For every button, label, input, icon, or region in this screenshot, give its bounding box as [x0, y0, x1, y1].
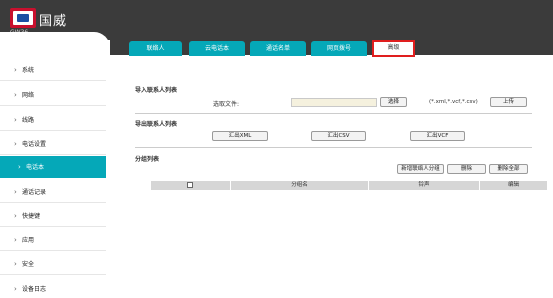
select-all-checkbox[interactable]	[187, 182, 193, 188]
sidebar-item-apps[interactable]: › 应用	[0, 229, 106, 251]
sidebar-item-label: 系统	[22, 67, 35, 74]
sidebar-item-label: 电话本	[26, 164, 45, 171]
import-section-title: 导入联系人列表	[135, 87, 178, 94]
sidebar-item-call-log[interactable]: › 通话记录	[0, 181, 106, 203]
tab-web-dial[interactable]: 网页拨号	[311, 41, 367, 56]
chevron-right-icon: ›	[18, 163, 21, 171]
select-file-label: 选取文件:	[213, 101, 240, 108]
export-vcf-button[interactable]: 汇出VCF	[410, 131, 465, 141]
browse-button[interactable]: 选择	[380, 97, 407, 107]
sidebar-item-label: 设备日志	[22, 286, 47, 293]
delete-button[interactable]: 删除	[447, 164, 486, 174]
logo	[10, 8, 36, 28]
delete-all-button[interactable]: 删除全部	[489, 164, 528, 174]
export-xml-button[interactable]: 汇出XML	[212, 131, 268, 141]
sidebar: › 系统 › 网络 › 线路 › 电话设置 › 电话本 › 通话记录 › 快捷键 › 应用 › 安…	[0, 32, 110, 298]
sidebar-item-label: 线路	[22, 117, 35, 124]
tab-advanced[interactable]: 高级	[372, 40, 415, 57]
chevron-right-icon: ›	[14, 285, 17, 293]
group-section-title: 分组列表	[135, 156, 160, 163]
divider	[135, 147, 532, 148]
export-section-title: 导出联系人列表	[135, 121, 178, 128]
column-header-edit: 编辑	[507, 182, 519, 188]
chevron-right-icon: ›	[14, 260, 17, 268]
logo-icon	[10, 8, 36, 28]
tab-call-list[interactable]: 通话名单	[250, 41, 306, 56]
column-header-ringtone: 铃声	[418, 182, 430, 188]
sidebar-item-label: 电话设置	[22, 141, 47, 148]
upload-button[interactable]: 上传	[490, 97, 527, 107]
sidebar-item-label: 安全	[22, 261, 35, 268]
sidebar-item-label: 通话记录	[22, 189, 47, 196]
sidebar-item-network[interactable]: › 网络	[0, 84, 106, 106]
sidebar-item-phonebook[interactable]: › 电话本	[0, 156, 106, 178]
file-types-hint: (*.xml,*.vcf,*.csv)	[429, 99, 478, 105]
file-path-field[interactable]	[291, 98, 377, 107]
tab-contacts[interactable]: 联络人	[129, 41, 182, 56]
tab-cloud-phonebook[interactable]: 云电话本	[189, 41, 245, 56]
sidebar-item-device-log[interactable]: › 设备日志	[0, 278, 106, 298]
sidebar-item-shortcut-keys[interactable]: › 快捷键	[0, 205, 106, 227]
add-group-button[interactable]: 新增联络人分组	[397, 164, 444, 174]
sidebar-item-line[interactable]: › 线路	[0, 109, 106, 131]
sidebar-item-system[interactable]: › 系统	[0, 59, 106, 81]
sidebar-item-label: 快捷键	[22, 213, 41, 220]
chevron-right-icon: ›	[14, 140, 17, 148]
sidebar-item-label: 网络	[22, 92, 35, 99]
chevron-right-icon: ›	[14, 236, 17, 244]
chevron-right-icon: ›	[14, 188, 17, 196]
sidebar-item-phone-settings[interactable]: › 电话设置	[0, 133, 106, 155]
chevron-right-icon: ›	[14, 116, 17, 124]
column-header-group-name: 分组名	[291, 182, 308, 188]
chevron-right-icon: ›	[14, 212, 17, 220]
export-csv-button[interactable]: 汇出CSV	[311, 131, 366, 141]
chevron-right-icon: ›	[14, 91, 17, 99]
sidebar-item-security[interactable]: › 安全	[0, 253, 106, 275]
brand-name: 国威	[39, 14, 68, 29]
divider	[135, 113, 532, 114]
sidebar-item-label: 应用	[22, 237, 35, 244]
chevron-right-icon: ›	[14, 66, 17, 74]
